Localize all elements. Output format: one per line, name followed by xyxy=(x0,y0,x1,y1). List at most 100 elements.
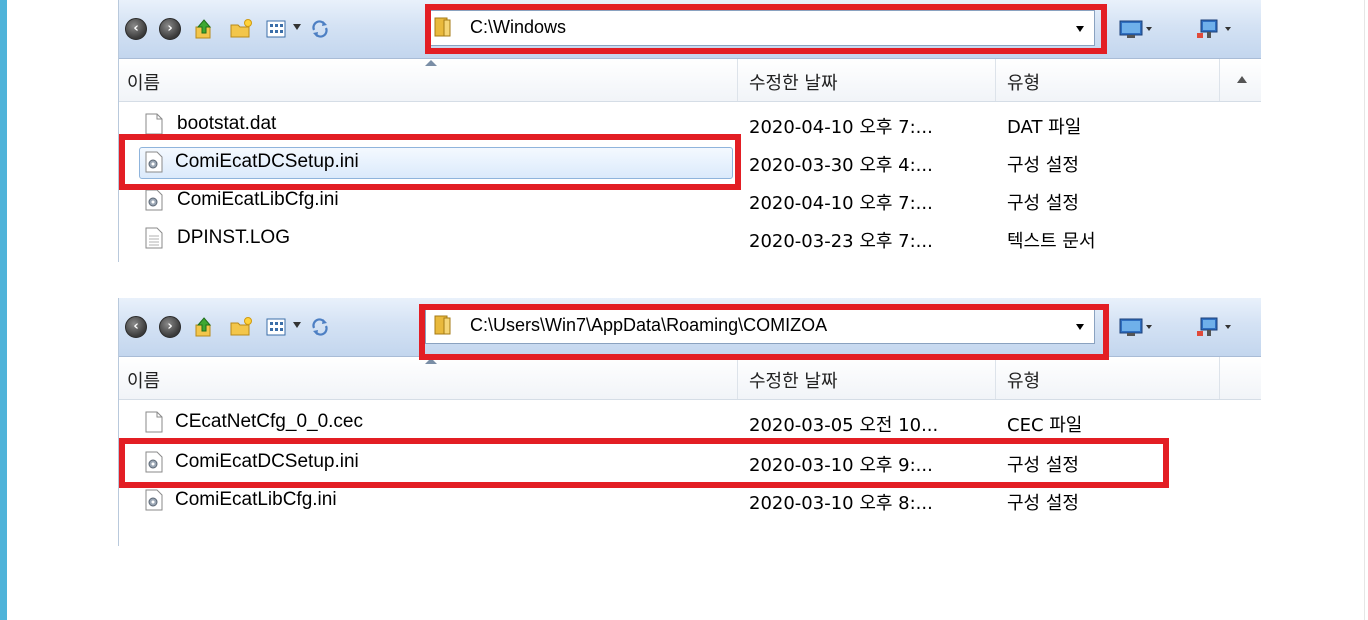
file-row[interactable]: ComiEcatLibCfg.ini 2020-04-10 오후 7:... 구… xyxy=(119,182,1261,220)
file-row[interactable]: ComiEcatLibCfg.ini 2020-03-10 오후 8:... 구… xyxy=(119,482,1261,520)
new-folder-icon xyxy=(230,317,252,336)
address-dropdown-arrow[interactable] xyxy=(1076,26,1084,32)
refresh-icon xyxy=(312,20,328,38)
column-separator xyxy=(737,357,738,399)
address-bar[interactable]: C:\Users\Win7\AppData\Roaming\COMIZOA xyxy=(425,308,1095,344)
column-date[interactable]: 수정한 날짜 xyxy=(749,367,838,393)
file-row-selected[interactable]: ComiEcatDCSetup.ini 2020-03-30 오후 4:... … xyxy=(119,144,1261,182)
file-date: 2020-03-23 오후 7:... xyxy=(749,231,933,252)
back-arrow-icon: ‹ xyxy=(125,316,147,338)
toolbar: ‹ › xyxy=(119,0,1261,59)
file-name: ComiEcatDCSetup.ini xyxy=(175,451,359,472)
file-date: 2020-03-10 오후 8:... xyxy=(749,493,933,514)
scroll-up-arrow[interactable] xyxy=(1237,76,1247,83)
column-name[interactable]: 이름 xyxy=(127,69,160,95)
column-header: 이름 수정한 날짜 유형 xyxy=(119,59,1261,102)
up-folder-icon xyxy=(195,317,212,337)
blank-file-icon xyxy=(145,411,163,433)
back-arrow-icon: ‹ xyxy=(125,18,147,40)
network-menu-button[interactable] xyxy=(1195,316,1235,338)
config-file-icon xyxy=(145,489,163,511)
refresh-button[interactable] xyxy=(309,18,331,40)
forward-arrow-icon: › xyxy=(159,316,181,338)
file-date: 2020-04-10 오후 7:... xyxy=(749,117,933,138)
up-folder-button[interactable] xyxy=(193,316,215,338)
file-date: 2020-03-05 오전 10... xyxy=(749,415,939,436)
column-name[interactable]: 이름 xyxy=(127,367,160,393)
new-folder-button[interactable] xyxy=(229,18,252,40)
folder-icon xyxy=(434,17,451,37)
refresh-icon xyxy=(312,318,328,336)
column-header: 이름 수정한 날짜 유형 xyxy=(119,357,1261,400)
explorer-window-comizoa: ‹ › C:\Users\Win7\AppData\Roaming\COMIZO… xyxy=(118,298,1261,546)
right-divider xyxy=(1364,0,1365,620)
views-menu-button[interactable] xyxy=(1119,18,1153,40)
address-bar[interactable]: C:\Windows xyxy=(425,10,1095,46)
file-type: CEC 파일 xyxy=(1007,415,1083,436)
column-type[interactable]: 유형 xyxy=(1007,69,1040,95)
file-type: 구성 설정 xyxy=(1007,455,1079,476)
file-type: 구성 설정 xyxy=(1007,155,1079,176)
monitor-icon xyxy=(1119,318,1152,336)
column-date[interactable]: 수정한 날짜 xyxy=(749,69,838,95)
file-name: ComiEcatDCSetup.ini xyxy=(175,151,359,172)
forward-button[interactable]: › xyxy=(159,316,181,338)
text-file-icon xyxy=(145,227,163,249)
config-file-icon xyxy=(145,189,163,211)
forward-button[interactable]: › xyxy=(159,18,181,40)
back-button[interactable]: ‹ xyxy=(125,316,147,338)
file-row[interactable]: DPINST.LOG 2020-03-23 오후 7:... 텍스트 문서 xyxy=(119,220,1261,258)
explorer-window-windows: ‹ › C:\Windows 이름 수정한 날짜 유형 bootstat.dat… xyxy=(118,0,1261,262)
address-path: C:\Users\Win7\AppData\Roaming\COMIZOA xyxy=(470,315,828,335)
up-folder-button[interactable] xyxy=(193,18,215,40)
toolbar: ‹ › xyxy=(119,298,1261,357)
left-accent-bar xyxy=(0,0,7,620)
file-date: 2020-04-10 오후 7:... xyxy=(749,193,933,214)
back-button[interactable]: ‹ xyxy=(125,18,147,40)
config-file-icon xyxy=(145,451,163,473)
sort-ascending-icon xyxy=(425,60,437,66)
column-separator xyxy=(1219,59,1220,101)
network-computer-icon xyxy=(1197,19,1231,38)
new-folder-button[interactable] xyxy=(229,316,252,338)
address-path: C:\Windows xyxy=(470,17,567,37)
view-button[interactable] xyxy=(265,316,287,338)
column-separator xyxy=(1219,357,1220,399)
file-name: ComiEcatLibCfg.ini xyxy=(177,189,339,210)
file-date: 2020-03-30 오후 4:... xyxy=(749,155,933,176)
column-separator xyxy=(995,357,996,399)
file-type: DAT 파일 xyxy=(1007,117,1082,138)
view-dropdown-caret[interactable] xyxy=(293,24,301,30)
file-type: 구성 설정 xyxy=(1007,493,1079,514)
view-button[interactable] xyxy=(265,18,287,40)
blank-file-icon xyxy=(145,113,163,135)
views-menu-button[interactable] xyxy=(1119,316,1153,338)
address-dropdown-arrow[interactable] xyxy=(1076,324,1084,330)
network-menu-button[interactable] xyxy=(1195,18,1235,40)
config-file-icon xyxy=(145,151,163,173)
up-folder-icon xyxy=(195,19,212,39)
file-type: 텍스트 문서 xyxy=(1007,231,1096,252)
file-row[interactable]: bootstat.dat 2020-04-10 오후 7:... DAT 파일 xyxy=(119,106,1261,144)
view-grid-icon xyxy=(266,318,286,336)
monitor-icon xyxy=(1119,20,1152,38)
column-separator xyxy=(737,59,738,101)
column-type[interactable]: 유형 xyxy=(1007,367,1040,393)
sort-ascending-icon xyxy=(425,358,437,364)
file-row[interactable]: ComiEcatDCSetup.ini 2020-03-10 오후 9:... … xyxy=(119,444,1261,482)
file-name: DPINST.LOG xyxy=(177,227,290,248)
forward-arrow-icon: › xyxy=(159,18,181,40)
column-separator xyxy=(995,59,996,101)
file-name: CEcatNetCfg_0_0.cec xyxy=(175,411,363,432)
view-dropdown-caret[interactable] xyxy=(293,322,301,328)
network-computer-icon xyxy=(1197,317,1231,336)
new-folder-icon xyxy=(230,19,252,38)
file-name: ComiEcatLibCfg.ini xyxy=(175,489,337,510)
folder-icon xyxy=(434,315,451,335)
refresh-button[interactable] xyxy=(309,316,331,338)
view-grid-icon xyxy=(266,20,286,38)
file-type: 구성 설정 xyxy=(1007,193,1079,214)
file-row[interactable]: CEcatNetCfg_0_0.cec 2020-03-05 오전 10... … xyxy=(119,404,1261,442)
file-date: 2020-03-10 오후 9:... xyxy=(749,455,933,476)
file-name: bootstat.dat xyxy=(177,113,277,134)
